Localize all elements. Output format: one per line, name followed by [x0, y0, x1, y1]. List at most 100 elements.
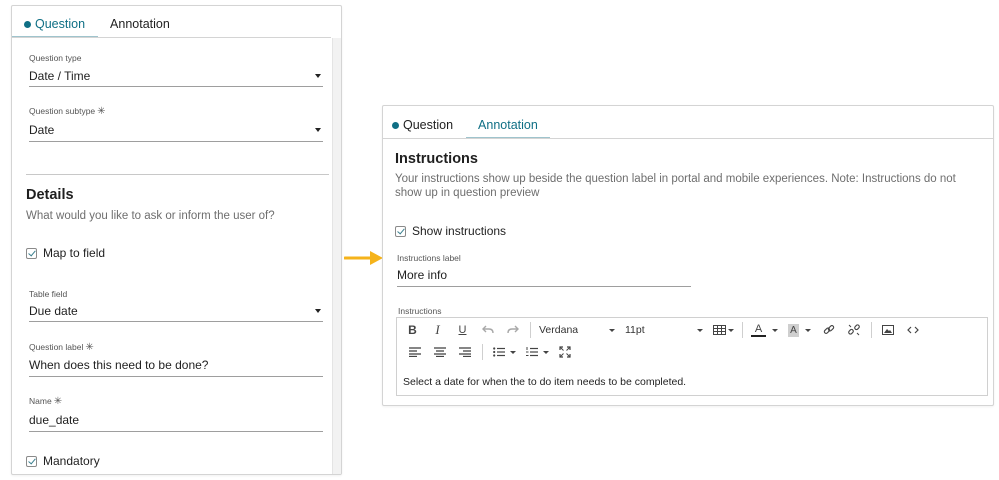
active-dot-icon — [24, 20, 31, 28]
chevron-down-icon — [315, 309, 321, 313]
question-settings-panel: Question Annotation Question type Date /… — [11, 5, 342, 475]
chevron-down-icon — [609, 328, 615, 332]
field-underline — [29, 431, 323, 432]
tab-question-label: Question — [403, 118, 454, 132]
table-icon[interactable] — [713, 321, 734, 339]
rich-text-editor[interactable]: B I U Verdana 11pt A A Select a date for… — [396, 317, 988, 396]
details-description: What would you like to ask or inform the… — [26, 210, 275, 222]
question-subtype-label-row: Question subtype ✳ — [29, 106, 323, 117]
name-label-row: Name ✳ — [29, 396, 323, 407]
code-icon[interactable] — [905, 321, 920, 339]
details-title: Details — [26, 187, 74, 203]
chevron-down-icon — [315, 74, 321, 78]
question-label-label: Question label — [29, 342, 84, 352]
tabs-divider — [383, 138, 993, 139]
numbered-list-icon[interactable] — [524, 343, 539, 361]
toolbar-separator — [742, 322, 743, 338]
required-asterisk-icon: ✳ — [85, 342, 94, 353]
tab-question-label: Question — [35, 17, 86, 31]
tab-annotation[interactable]: Annotation — [466, 112, 550, 139]
font-family-select[interactable]: Verdana — [539, 321, 615, 339]
chevron-down-icon — [805, 328, 811, 332]
map-to-field-checkbox[interactable]: Map to field — [26, 246, 105, 260]
section-divider — [26, 174, 329, 175]
highlight-color-button[interactable]: A — [788, 323, 799, 337]
instructions-description-line2: show up in question preview — [395, 187, 540, 199]
chevron-down-icon — [543, 350, 549, 354]
chevron-down-icon — [697, 328, 703, 332]
font-size-value: 11pt — [625, 324, 645, 336]
instructions-editor-label: Instructions — [398, 306, 442, 316]
underline-button[interactable]: U — [455, 321, 470, 339]
question-label-label-row: Question label ✳ — [29, 342, 323, 353]
align-right-icon[interactable] — [457, 343, 472, 361]
editor-content[interactable]: Select a date for when the to do item ne… — [403, 376, 686, 388]
arrow-right-icon — [344, 251, 383, 265]
right-tabs: Question Annotation — [383, 112, 550, 139]
undo-icon[interactable] — [480, 321, 495, 339]
question-subtype-select[interactable]: Question subtype ✳ Date — [29, 106, 323, 144]
name-label: Name — [29, 396, 52, 406]
question-type-select[interactable]: Question type Date / Time — [29, 53, 323, 89]
mandatory-checkbox[interactable]: Mandatory — [26, 454, 100, 468]
show-instructions-label: Show instructions — [412, 224, 507, 238]
status-dot-icon — [392, 121, 399, 129]
field-underline — [397, 286, 691, 287]
redo-icon[interactable] — [505, 321, 520, 339]
required-asterisk-icon: ✳ — [97, 106, 106, 117]
table-field-label: Table field — [29, 289, 68, 299]
bullet-list-icon[interactable] — [491, 343, 506, 361]
question-label-value: When does this need to be done? — [29, 358, 209, 372]
tab-annotation-label: Annotation — [110, 17, 170, 31]
checkbox-checked-icon[interactable] — [26, 455, 37, 467]
field-underline — [29, 376, 323, 377]
link-icon[interactable] — [821, 321, 836, 339]
editor-toolbar-row-2 — [407, 342, 582, 362]
chevron-down-icon — [315, 128, 321, 132]
show-instructions-checkbox[interactable]: Show instructions — [395, 224, 506, 238]
font-size-select[interactable]: 11pt — [625, 321, 703, 339]
scrollbar[interactable] — [332, 38, 341, 474]
chevron-down-icon — [772, 328, 778, 332]
field-underline — [29, 86, 323, 87]
question-type-value: Date / Time — [29, 69, 91, 83]
left-tabs: Question Annotation — [12, 11, 183, 38]
name-input[interactable]: Name ✳ due_date — [29, 396, 323, 432]
toolbar-separator — [871, 322, 872, 338]
chevron-down-icon — [728, 328, 734, 332]
font-color-button[interactable]: A — [751, 323, 766, 337]
align-center-icon[interactable] — [432, 343, 447, 361]
field-underline — [29, 141, 323, 142]
question-subtype-label: Question subtype — [29, 106, 96, 116]
tab-annotation[interactable]: Annotation — [98, 11, 183, 37]
instructions-label-value: More info — [397, 268, 448, 282]
tab-question[interactable]: Question — [383, 112, 466, 138]
table-field-select[interactable]: Table field Due date — [29, 289, 323, 325]
table-field-value: Due date — [29, 304, 78, 318]
question-subtype-value: Date — [29, 123, 55, 137]
editor-toolbar-row-1: B I U Verdana 11pt A A — [405, 320, 930, 340]
tabs-divider — [12, 37, 331, 38]
align-left-icon[interactable] — [407, 343, 422, 361]
instructions-label-input[interactable]: Instructions label More info — [397, 253, 691, 289]
map-to-field-label: Map to field — [43, 246, 106, 260]
question-type-label: Question type — [29, 53, 82, 63]
name-value: due_date — [29, 413, 80, 427]
instructions-label-label: Instructions label — [397, 253, 461, 263]
annotation-settings-panel: Question Annotation Instructions Your in… — [382, 105, 994, 406]
checkbox-checked-icon[interactable] — [26, 247, 37, 259]
unlink-icon[interactable] — [846, 321, 861, 339]
font-family-value: Verdana — [539, 324, 579, 336]
mandatory-label: Mandatory — [43, 454, 100, 468]
question-label-input[interactable]: Question label ✳ When does this need to b… — [29, 342, 323, 378]
tab-question[interactable]: Question — [12, 11, 99, 38]
chevron-down-icon — [510, 350, 516, 354]
instructions-title: Instructions — [395, 151, 478, 167]
image-icon[interactable] — [880, 321, 895, 339]
fullscreen-icon[interactable] — [557, 343, 572, 361]
required-asterisk-icon: ✳ — [53, 396, 63, 407]
field-underline — [29, 321, 323, 322]
italic-button[interactable]: I — [430, 321, 445, 339]
checkbox-checked-icon[interactable] — [395, 225, 406, 237]
bold-button[interactable]: B — [405, 321, 420, 339]
